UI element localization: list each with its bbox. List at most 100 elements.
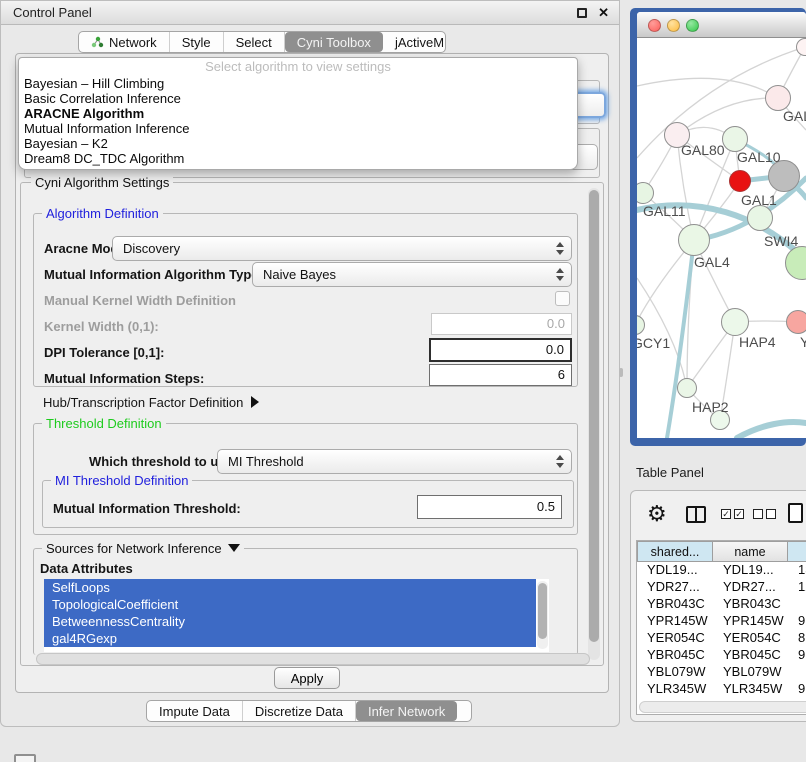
- tab-style[interactable]: Style: [170, 32, 224, 52]
- mi-steps-field[interactable]: 6: [429, 364, 572, 386]
- algorithm-definition-title: Algorithm Definition: [42, 206, 163, 221]
- collapsed-panel-button[interactable]: [14, 754, 36, 762]
- table-settings-gear-icon[interactable]: ⚙: [647, 501, 667, 527]
- algorithm-option[interactable]: Mutual Information Inference: [19, 121, 577, 136]
- tab-jactivemnodules[interactable]: jActiveMNodules: [383, 32, 446, 52]
- network-node[interactable]: [786, 310, 806, 334]
- kernel-width-label: Kernel Width (0,1):: [44, 319, 159, 334]
- mi-threshold-title: MI Threshold Definition: [51, 473, 192, 488]
- algorithm-definition-group: Algorithm Definition Aracne Mode: Discov…: [33, 213, 578, 387]
- attribute-item[interactable]: TopologicalCoefficient: [44, 596, 536, 613]
- tab-label: Network: [109, 35, 157, 50]
- network-node-red[interactable]: [729, 170, 751, 192]
- node-table: shared... name YDL19...YDL19...13 YDR27.…: [637, 541, 806, 715]
- node-label: HAP2: [692, 399, 729, 415]
- node-label: GAL80: [681, 142, 725, 158]
- network-node[interactable]: [747, 205, 773, 231]
- table-row[interactable]: YPR145WYPR145W9.: [637, 613, 806, 630]
- combo-spinner-icon: [556, 455, 563, 468]
- attribute-item[interactable]: SelfLoops: [44, 579, 536, 596]
- aracne-mode-combobox[interactable]: Discovery: [112, 236, 572, 261]
- hub-definition-expander[interactable]: Hub/Transcription Factor Definition: [43, 395, 259, 410]
- threshold-definition-title: Threshold Definition: [42, 416, 166, 431]
- table-row[interactable]: YBL079WYBL079W: [637, 664, 806, 681]
- which-threshold-combobox[interactable]: MI Threshold: [217, 449, 572, 474]
- table-panel: ⚙ ✓✓ shared... name YDL19...YDL19...13 Y…: [630, 490, 806, 722]
- attributes-scrollbar[interactable]: [537, 581, 548, 649]
- close-traffic-light[interactable]: [648, 19, 661, 32]
- attribute-item[interactable]: BetweennessCentrality: [44, 613, 536, 630]
- popup-header: Select algorithm to view settings: [19, 58, 577, 76]
- sources-group: Sources for Network Inference Data Attri…: [33, 548, 578, 655]
- tab-label: Select: [236, 35, 272, 50]
- float-window-icon[interactable]: [577, 8, 587, 18]
- deselect-all-columns-icon[interactable]: [753, 509, 776, 519]
- attribute-item[interactable]: gal4RGexp: [44, 630, 536, 647]
- node-label: GAL10: [737, 149, 781, 165]
- mi-threshold-field[interactable]: 0.5: [417, 495, 562, 519]
- algorithm-option[interactable]: Basic Correlation Inference: [19, 91, 577, 106]
- settings-horizontal-scrollbar[interactable]: [36, 653, 590, 665]
- table-row[interactable]: YBR043CYBR043C: [637, 596, 806, 613]
- mi-type-combobox[interactable]: Naive Bayes: [252, 262, 572, 287]
- table-header-row: shared... name: [637, 541, 806, 562]
- tab-cyni-toolbox[interactable]: Cyni Toolbox: [285, 32, 383, 52]
- mi-steps-label: Mutual Information Steps:: [44, 371, 204, 386]
- network-node-gal4[interactable]: [678, 224, 710, 256]
- dpi-tolerance-field[interactable]: 0.0: [429, 338, 572, 362]
- combo-spinner-icon: [556, 268, 563, 281]
- combo-spinner-icon: [556, 242, 563, 255]
- data-attributes-label: Data Attributes: [40, 561, 133, 576]
- network-window-titlebar: [637, 12, 806, 38]
- node-label: Y: [800, 334, 806, 350]
- algorithm-option-selected[interactable]: ARACNE Algorithm: [19, 106, 577, 121]
- tab-network[interactable]: Network: [79, 32, 170, 52]
- network-node-hap2[interactable]: [677, 378, 697, 398]
- column-header-clipped[interactable]: [788, 541, 806, 562]
- kernel-width-field[interactable]: 0.0: [431, 313, 572, 335]
- algorithm-option[interactable]: Bayesian – K2: [19, 136, 577, 151]
- cyni-algorithm-settings-group: Cyni Algorithm Settings Algorithm Defini…: [20, 182, 604, 666]
- table-row[interactable]: YBR045CYBR045C9.: [637, 647, 806, 664]
- algorithm-option[interactable]: Bayesian – Hill Climbing: [19, 76, 577, 91]
- algorithm-option[interactable]: Dream8 DC_TDC Algorithm: [19, 151, 577, 166]
- node-label: SWI4: [764, 233, 798, 249]
- new-table-icon[interactable]: [788, 503, 803, 523]
- network-node-hap4[interactable]: [721, 308, 749, 336]
- mi-type-label: Mutual Information Algorithm Type:: [44, 267, 263, 282]
- network-view-window: GAL GAL80 GAL10 GAL1 GAL11 SWI4 GAL4 GCY…: [630, 8, 806, 446]
- tab-discretize-data[interactable]: Discretize Data: [243, 701, 356, 721]
- table-row[interactable]: YLR345WYLR345W9.: [637, 681, 806, 698]
- split-columns-icon[interactable]: [686, 506, 706, 523]
- column-header-shared-name[interactable]: shared...: [637, 541, 713, 562]
- tab-infer-network[interactable]: Infer Network: [356, 701, 457, 721]
- column-header-name[interactable]: name: [713, 541, 788, 562]
- manual-kernel-checkbox[interactable]: [555, 291, 570, 306]
- splitter-handle[interactable]: [619, 368, 623, 377]
- table-horizontal-scrollbar[interactable]: [639, 701, 806, 713]
- zoom-traffic-light[interactable]: [686, 19, 699, 32]
- tab-impute-data[interactable]: Impute Data: [147, 701, 243, 721]
- apply-button[interactable]: Apply: [274, 667, 340, 689]
- node-label: GAL1: [741, 192, 777, 208]
- table-row[interactable]: YDR27...YDR27...12: [637, 579, 806, 596]
- tab-select[interactable]: Select: [224, 32, 285, 52]
- collapse-down-icon[interactable]: [228, 544, 240, 552]
- table-row[interactable]: YER054CYER054C8.: [637, 630, 806, 647]
- window-title: Control Panel: [13, 5, 92, 20]
- tab-label: jActiveMNodules: [395, 35, 446, 50]
- data-attributes-list[interactable]: SelfLoops TopologicalCoefficient Between…: [44, 579, 549, 652]
- settings-vertical-scrollbar[interactable]: [588, 188, 600, 660]
- table-row[interactable]: YDL19...YDL19...13: [637, 562, 806, 579]
- select-all-columns-icon[interactable]: ✓✓: [721, 509, 744, 519]
- tab-label: Style: [182, 35, 211, 50]
- tab-label: Infer Network: [368, 704, 445, 719]
- minimize-traffic-light[interactable]: [667, 19, 680, 32]
- tab-label: Cyni Toolbox: [297, 35, 371, 50]
- sources-title-row[interactable]: Sources for Network Inference: [42, 541, 244, 556]
- expand-right-icon[interactable]: [251, 396, 259, 408]
- control-panel-titlebar: Control Panel ✕: [1, 1, 619, 25]
- network-canvas[interactable]: GAL GAL80 GAL10 GAL1 GAL11 SWI4 GAL4 GCY…: [637, 38, 806, 438]
- network-icon: [91, 36, 104, 48]
- close-window-icon[interactable]: ✕: [598, 5, 609, 21]
